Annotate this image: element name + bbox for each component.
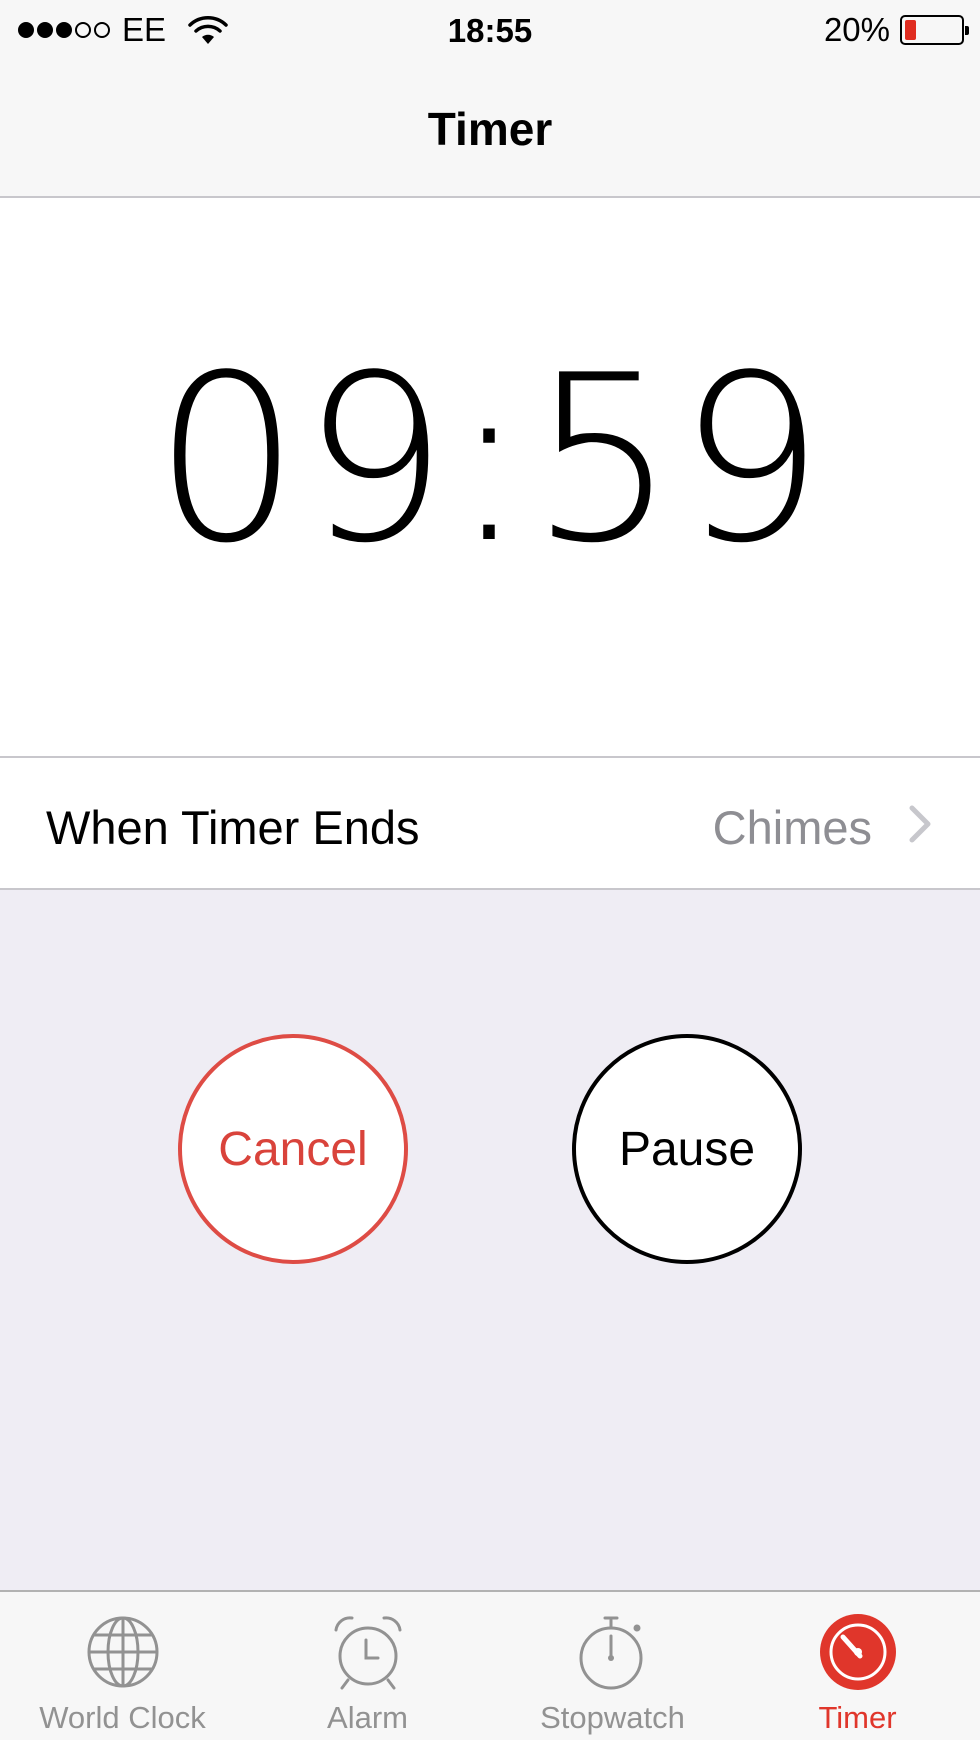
tab-label: Alarm — [327, 1700, 408, 1735]
cancel-button[interactable]: Cancel — [178, 1034, 408, 1264]
pause-button[interactable]: Pause — [572, 1034, 802, 1264]
globe-icon — [87, 1616, 158, 1688]
page-title: Timer — [427, 103, 553, 155]
when-timer-ends-row[interactable]: When Timer Ends Chimes — [0, 756, 980, 890]
tab-world-clock[interactable]: World Clock — [0, 1592, 245, 1740]
battery-level-fill — [905, 20, 916, 40]
tab-stopwatch[interactable]: Stopwatch — [490, 1592, 735, 1740]
chevron-right-icon — [909, 805, 931, 843]
stopwatch-icon — [579, 1616, 642, 1690]
tab-timer[interactable]: Timer — [735, 1592, 980, 1740]
battery-percent: 20% — [823, 11, 890, 48]
tab-bar: World Clock Alarm Stopwatch Timer — [0, 1590, 980, 1740]
battery-icon — [900, 15, 969, 45]
tab-alarm[interactable]: Alarm — [245, 1592, 490, 1740]
timer-sound-value: Chimes — [712, 801, 872, 854]
status-right: 20% — [823, 10, 969, 50]
when-timer-ends-label: When Timer Ends — [46, 801, 420, 854]
timer-icon — [819, 1614, 896, 1690]
tab-label: Timer — [818, 1700, 897, 1735]
battery-tip — [965, 26, 969, 35]
status-bar: EE 18:55 20% — [0, 0, 980, 62]
timer-controls: Cancel Pause — [0, 890, 980, 1590]
tab-label: Stopwatch — [540, 1700, 685, 1735]
tab-label: World Clock — [39, 1700, 206, 1735]
timer-countdown: 09:59 — [153, 327, 827, 594]
alarm-clock-icon — [334, 1616, 401, 1690]
timer-display-area: 09:59 — [0, 198, 980, 756]
navigation-bar: Timer — [0, 62, 980, 198]
